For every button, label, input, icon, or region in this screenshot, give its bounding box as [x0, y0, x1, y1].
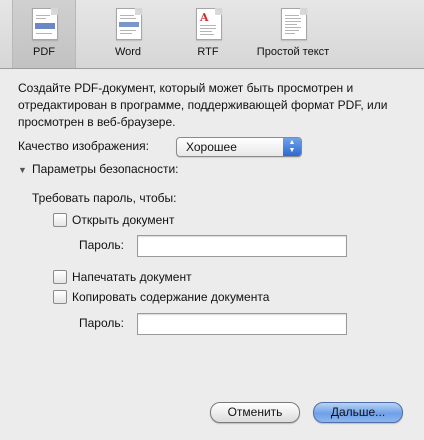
permissions-password-label: Пароль:	[79, 316, 124, 330]
copy-content-checkbox[interactable]	[53, 289, 67, 304]
print-document-label: Напечатать документ	[72, 270, 192, 284]
security-options-label: Параметры безопасности:	[32, 162, 179, 176]
copy-content-label: Копировать содержание документа	[72, 290, 270, 304]
image-quality-label: Качество изображения:	[18, 139, 149, 153]
permissions-password-field[interactable]	[137, 313, 347, 335]
open-document-label: Открыть документ	[72, 213, 175, 227]
toolbar-item-pdf[interactable]: PDF	[12, 0, 76, 68]
word-document-icon	[116, 8, 142, 40]
plain-text-document-icon	[281, 8, 307, 40]
cancel-button[interactable]: Отменить	[210, 402, 300, 423]
copy-content-checkbox-row[interactable]: Копировать содержание документа	[53, 289, 269, 305]
toolbar-label-word: Word	[114, 46, 142, 58]
export-dialog: PDF Word A RTF Простой текст Создайте PD…	[0, 0, 424, 440]
up-down-arrows-icon: ▲ ▼	[283, 138, 301, 156]
toolbar-label-pdf: PDF	[33, 46, 55, 58]
toolbar-label-rtf: RTF	[197, 46, 219, 58]
image-quality-popup[interactable]: Хорошее ▲ ▼	[176, 137, 302, 157]
toolbar-item-word[interactable]: Word	[96, 0, 160, 68]
format-toolbar: PDF Word A RTF Простой текст	[0, 0, 424, 69]
open-document-checkbox[interactable]	[53, 212, 67, 227]
print-document-checkbox[interactable]	[53, 269, 67, 284]
open-password-label: Пароль:	[79, 238, 124, 252]
require-password-label: Требовать пароль, чтобы:	[32, 191, 177, 205]
toolbar-item-rtf[interactable]: A RTF	[176, 0, 240, 68]
format-description: Создайте PDF-документ, который может быт…	[18, 81, 388, 129]
security-options-disclosure[interactable]: ▼ Параметры безопасности:	[18, 160, 179, 178]
pdf-document-icon	[32, 8, 58, 40]
disclosure-triangle-icon: ▼	[18, 165, 27, 175]
print-document-checkbox-row[interactable]: Напечатать документ	[53, 269, 192, 285]
image-quality-value: Хорошее	[186, 140, 237, 154]
next-button[interactable]: Дальше...	[313, 402, 403, 423]
open-document-checkbox-row[interactable]: Открыть документ	[53, 212, 174, 228]
open-password-field[interactable]	[137, 235, 347, 257]
toolbar-label-plain-text: Простой текст	[256, 46, 330, 58]
rtf-document-icon: A	[196, 8, 222, 40]
toolbar-item-plain-text[interactable]: Простой текст	[246, 0, 340, 68]
